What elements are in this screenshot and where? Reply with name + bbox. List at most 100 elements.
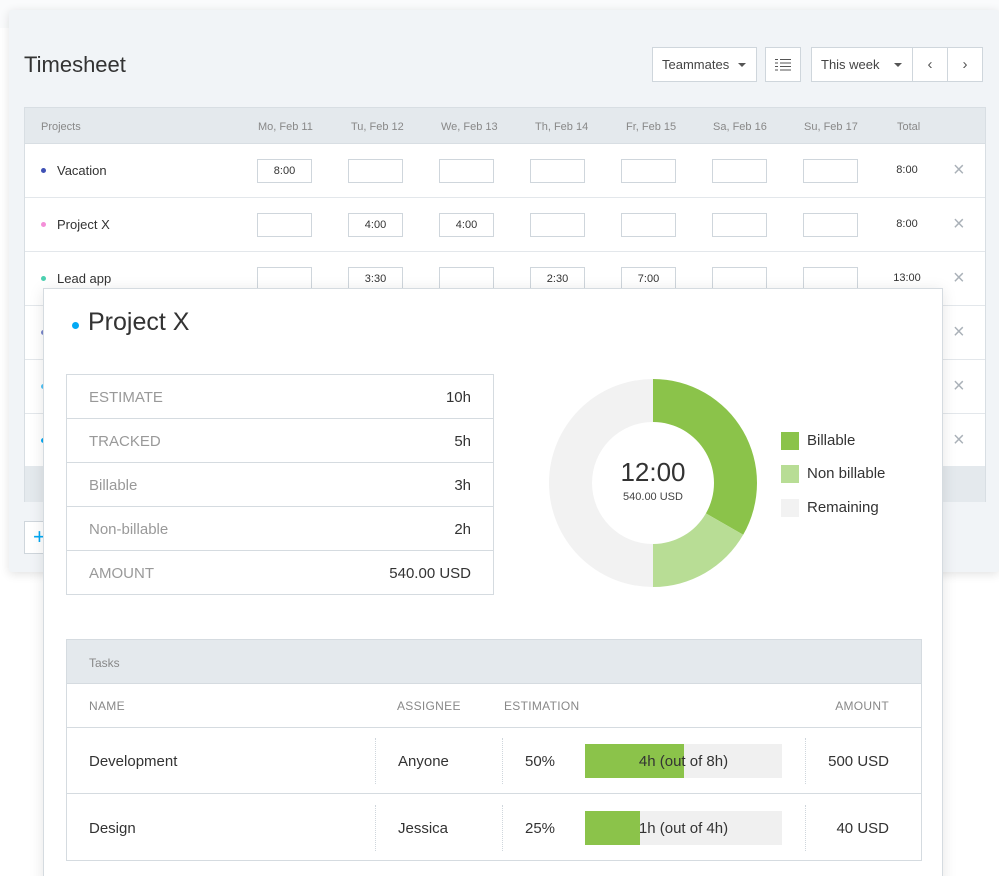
project-name: Lead app [57,271,112,286]
column-header-day: We, Feb 13 [441,121,498,133]
stat-value: 540.00 USD [389,565,471,582]
date-range-dropdown[interactable]: This week [811,47,913,82]
legend-label: Remaining [807,499,879,516]
time-cell[interactable]: 8:00 [257,159,312,183]
stat-value: 2h [454,521,471,538]
tasks-title: Tasks [89,656,120,670]
donut-center: 12:00 540.00 USD [573,457,733,503]
timesheet-row: Project X 4:00 4:00 8:00 × [25,198,985,252]
close-icon[interactable]: × [953,429,965,452]
time-cell[interactable] [530,213,585,237]
progress-text: 1h (out of 4h) [638,820,729,837]
teammates-label: Teammates [662,57,730,72]
project-detail-panel: Project X ESTIMATE 10h TRACKED 5h Billab… [43,288,943,876]
column-header-day: Mo, Feb 11 [258,121,313,133]
column-header-day: Fr, Feb 15 [626,121,677,133]
time-cell[interactable] [712,213,767,237]
date-range-label: This week [821,57,880,72]
tasks-table: Tasks NAME ASSIGNEE ESTIMATION AMOUNT De… [66,639,922,861]
legend-swatch [781,432,799,450]
chevron-left-icon: ‹ [927,56,933,73]
column-header-day: Sa, Feb 16 [713,121,767,133]
list-icon [775,58,791,70]
stat-row: ESTIMATE 10h [67,375,493,419]
task-assignee: Jessica [398,820,449,837]
time-cell[interactable] [803,159,858,183]
close-icon[interactable]: × [953,267,965,290]
stat-row: Non-billable 2h [67,507,493,551]
stat-value: 3h [454,477,471,494]
previous-week-button[interactable]: ‹ [912,47,948,82]
legend-swatch [781,499,799,517]
legend-label: Non billable [807,465,886,482]
divider [375,738,376,784]
timesheet-table-header: Projects Mo, Feb 11 Tu, Feb 12 We, Feb 1… [25,108,985,144]
close-icon[interactable]: × [953,375,965,398]
chevron-down-icon [894,63,902,67]
column-header-assignee: ASSIGNEE [397,699,461,713]
row-total: 8:00 [896,164,918,176]
time-cell[interactable]: 4:00 [348,213,403,237]
column-header-amount: AMOUNT [835,699,889,713]
tasks-header: Tasks [67,640,921,684]
legend-swatch [781,465,799,483]
project-color-dot [41,222,46,227]
column-header-day: Tu, Feb 12 [351,121,404,133]
legend-label: Billable [807,432,856,449]
time-cell[interactable] [621,213,676,237]
time-cell[interactable] [712,159,767,183]
divider [375,805,376,851]
task-percent: 50% [525,753,556,770]
project-color-dot [41,168,46,173]
task-name: Design [89,820,136,837]
project-title: Project X [88,308,190,336]
close-icon[interactable]: × [953,159,965,182]
time-cell[interactable]: 4:00 [439,213,494,237]
progress-text: 4h (out of 8h) [638,753,729,770]
task-row: Design Jessica 25% 1h (out of 4h) 40 USD [67,795,921,861]
column-header-estimation: ESTIMATION [504,699,580,713]
task-name: Development [89,753,178,770]
close-icon[interactable]: × [953,213,965,236]
column-header-day: Th, Feb 14 [535,121,589,133]
stat-row: TRACKED 5h [67,419,493,463]
column-header-projects: Projects [41,121,81,133]
page-title: Timesheet [24,52,126,77]
task-amount: 40 USD [836,820,889,837]
divider [805,805,806,851]
task-amount: 500 USD [828,753,889,770]
stat-label: AMOUNT [89,565,154,582]
time-cell[interactable] [257,213,312,237]
project-color-dot [72,322,79,329]
time-cell[interactable] [803,213,858,237]
stat-label: Non-billable [89,521,169,538]
task-row: Development Anyone 50% 4h (out of 8h) 50… [67,728,921,794]
row-total: 8:00 [896,218,918,230]
row-total: 13:00 [893,272,921,284]
project-stats-table: ESTIMATE 10h TRACKED 5h Billable 3h Non-… [66,374,494,595]
time-cell[interactable] [439,159,494,183]
project-name: Project X [57,217,110,232]
teammates-dropdown[interactable]: Teammates [652,47,757,82]
estimation-progress-bar: 4h (out of 8h) [585,744,782,778]
list-view-button[interactable] [765,47,801,82]
stat-label: ESTIMATE [89,389,163,406]
column-header-total: Total [897,121,921,133]
divider [805,738,806,784]
next-week-button[interactable]: › [947,47,983,82]
estimation-progress-bar: 1h (out of 4h) [585,811,782,845]
time-cell[interactable] [530,159,585,183]
stat-label: TRACKED [89,433,161,450]
time-cell[interactable] [348,159,403,183]
task-percent: 25% [525,820,556,837]
close-icon[interactable]: × [953,321,965,344]
chevron-down-icon [738,63,746,67]
chevron-right-icon: › [962,56,968,73]
stat-value: 10h [445,389,471,406]
stat-row: Billable 3h [67,463,493,507]
stat-value: 5h [454,433,471,450]
time-cell[interactable] [621,159,676,183]
project-color-dot [41,276,46,281]
timesheet-row: Vacation 8:00 8:00 × [25,144,985,198]
divider [502,805,503,851]
